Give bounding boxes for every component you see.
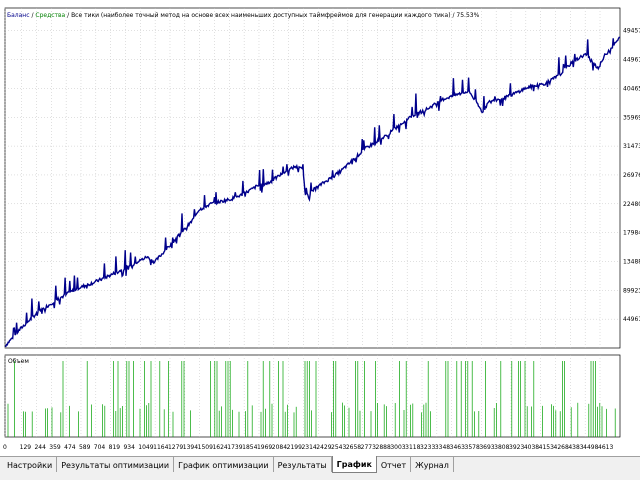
tab-0[interactable]: Настройки [3, 457, 58, 472]
x-tick-label: 3693 [479, 444, 494, 451]
y-tick-label: 269768 [623, 172, 640, 179]
x-tick-label: 1854 [242, 444, 257, 451]
header-equity-label: Средства [35, 12, 65, 19]
x-tick-label: 4038 [524, 444, 539, 451]
y-tick-label: 404653 [623, 85, 640, 92]
x-tick-label: 3348 [435, 444, 450, 451]
x-tick-label: 3003 [390, 444, 405, 451]
y-tick-label: 134884 [623, 258, 640, 265]
x-tick-label: 244 [34, 444, 46, 451]
x-tick-label: 4383 [568, 444, 583, 451]
x-tick-label: 474 [64, 444, 76, 451]
x-tick-label: 2084 [272, 444, 287, 451]
header-mode-text: / Все тики (наиболее точный метод на осн… [65, 12, 479, 19]
header-balance-label: Баланс [7, 12, 30, 19]
x-tick-label: 2658 [346, 444, 361, 451]
x-tick-label: 2314 [301, 444, 316, 451]
tab-5[interactable]: Отчет [377, 457, 412, 472]
x-tick-label: 2773 [361, 444, 376, 451]
y-tick-label: 494576 [623, 28, 640, 35]
tester-tab-bar: Настройки Результаты оптимизации График оп… [0, 456, 640, 480]
x-tick-label: 2543 [331, 444, 346, 451]
x-tick-label: 4613 [598, 444, 613, 451]
chart-header: Баланс / Средства / Все тики (наиболее т… [7, 12, 480, 19]
x-tick-label: 1164 [153, 444, 168, 451]
x-tick-label: 2888 [376, 444, 391, 451]
x-tick-label: 4153 [539, 444, 554, 451]
y-tick-label: 449614 [623, 57, 640, 64]
x-tick-label: 3808 [494, 444, 509, 451]
x-tick-label: 819 [109, 444, 121, 451]
x-tick-label: 3233 [420, 444, 435, 451]
x-tick-label: 1049 [138, 444, 153, 451]
tab-4[interactable]: График [331, 456, 377, 473]
x-tick-label: 1509 [198, 444, 213, 451]
x-tick-label: 3118 [405, 444, 420, 451]
y-tick-label: 224807 [623, 201, 640, 208]
y-tick-label: 89923 [623, 287, 640, 294]
x-tick-label: 704 [94, 444, 106, 451]
x-tick-label: 1624 [212, 444, 227, 451]
x-tick-label: 589 [79, 444, 91, 451]
tab-2[interactable]: График оптимизации [174, 457, 274, 472]
x-tick-label: 934 [123, 444, 135, 451]
x-tick-label: 4268 [554, 444, 569, 451]
x-tick-label: 1394 [183, 444, 198, 451]
x-tick-label: 0 [3, 444, 7, 451]
x-tick-label: 3463 [450, 444, 465, 451]
x-tick-label: 1739 [227, 444, 242, 451]
x-tick-label: 2199 [287, 444, 302, 451]
y-tick-label: 179845 [623, 230, 640, 237]
x-tick-label: 1969 [257, 444, 272, 451]
volume-label: Объем [8, 358, 29, 365]
x-tick-label: 359 [49, 444, 61, 451]
x-tick-label: 4498 [583, 444, 598, 451]
tab-1[interactable]: Результаты оптимизации [57, 457, 175, 472]
tester-chart: 44961 89923 134884 179845 224807 269768 314730… [0, 0, 640, 456]
tab-3[interactable]: Результаты [274, 457, 332, 472]
x-tick-label: 2429 [316, 444, 331, 451]
x-tick-label: 3923 [509, 444, 524, 451]
y-tick-label: 314730 [623, 143, 640, 150]
x-axis-tick-labels: 0 129 244 359 474 589 704 819 934 1049 1164 1279 139… [3, 444, 613, 451]
tab-6[interactable]: Журнал [411, 457, 454, 472]
y-tick-label: 359691 [623, 114, 640, 121]
x-tick-label: 3578 [465, 444, 480, 451]
x-tick-label: 1279 [168, 444, 183, 451]
x-tick-label: 129 [20, 444, 32, 451]
y-tick-label: 44961 [623, 316, 640, 323]
